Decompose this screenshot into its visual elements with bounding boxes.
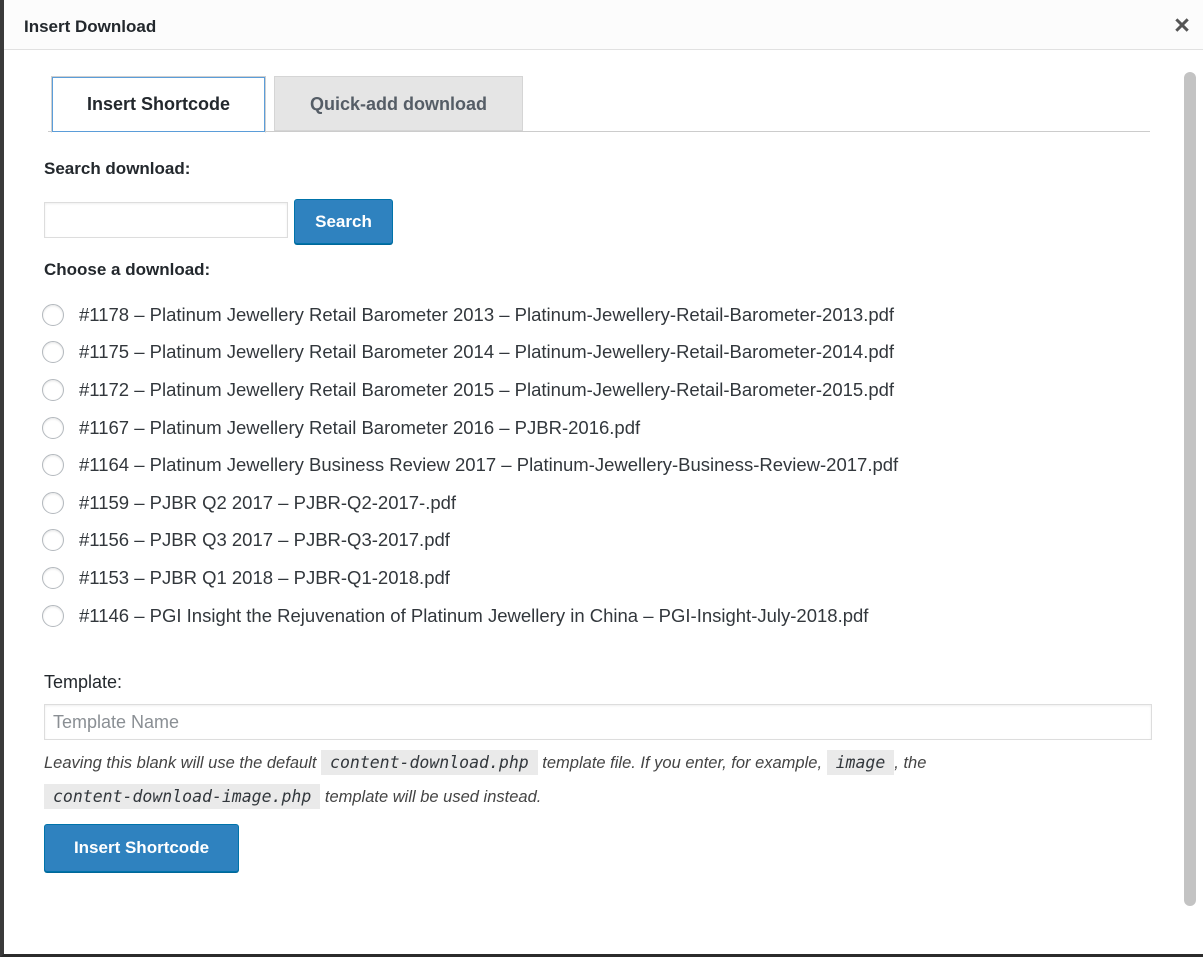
download-label: #1153 – PJBR Q1 2018 – PJBR-Q1-2018.pdf [79, 566, 450, 588]
list-item[interactable]: #1167 – Platinum Jewellery Retail Barome… [42, 409, 898, 447]
list-item[interactable]: #1178 – Platinum Jewellery Retail Barome… [42, 296, 898, 334]
tab-bar: Insert Shortcode Quick-add download [48, 76, 1150, 133]
template-label: Template: [44, 672, 123, 692]
radio-button[interactable] [42, 529, 64, 552]
tab-quick-add-download[interactable]: Quick-add download [274, 76, 523, 131]
search-button[interactable]: Search [294, 199, 393, 244]
download-label: #1178 – Platinum Jewellery Retail Barome… [79, 303, 895, 325]
insert-shortcode-button[interactable]: Insert Shortcode [44, 824, 239, 872]
radio-button[interactable] [42, 378, 64, 401]
help-text-4: template will be used instead. [324, 788, 542, 806]
help-text-3: , the [894, 754, 927, 772]
code-content-download: content-download.php [321, 750, 538, 775]
radio-button[interactable] [42, 566, 64, 589]
help-text-2: template file. If you enter, for example… [542, 754, 823, 772]
template-name-input[interactable] [44, 704, 1152, 740]
choose-download-label: Choose a download: [44, 260, 211, 279]
download-label: #1164 – Platinum Jewellery Business Revi… [79, 454, 899, 476]
list-item[interactable]: #1159 – PJBR Q2 2017 – PJBR-Q2-2017-.pdf [42, 484, 898, 522]
help-text-1: Leaving this blank will use the default [44, 754, 317, 772]
search-download-label: Search download: [44, 159, 191, 178]
download-label: #1167 – Platinum Jewellery Retail Barome… [79, 416, 641, 438]
download-label: #1172 – Platinum Jewellery Retail Barome… [79, 378, 895, 400]
insert-download-dialog: Insert Download × Insert Shortcode Quick… [0, 0, 1203, 957]
download-label: #1146 – PGI Insight the Rejuvenation of … [79, 604, 869, 626]
download-label: #1159 – PJBR Q2 2017 – PJBR-Q2-2017-.pdf [79, 491, 457, 513]
radio-button[interactable] [42, 341, 64, 364]
list-item[interactable]: #1175 – Platinum Jewellery Retail Barome… [42, 334, 898, 372]
download-label: #1156 – PJBR Q3 2017 – PJBR-Q3-2017.pdf [79, 529, 450, 551]
list-item[interactable]: #1156 – PJBR Q3 2017 – PJBR-Q3-2017.pdf [42, 522, 898, 560]
scrollbar[interactable] [1180, 56, 1200, 936]
dialog-titlebar: Insert Download × [4, 0, 1203, 50]
download-label: #1175 – Platinum Jewellery Retail Barome… [79, 341, 895, 363]
radio-button[interactable] [42, 491, 64, 514]
radio-button[interactable] [42, 416, 64, 439]
list-item[interactable]: #1172 – Platinum Jewellery Retail Barome… [42, 371, 898, 409]
radio-button[interactable] [42, 604, 64, 627]
list-item[interactable]: #1164 – Platinum Jewellery Business Revi… [42, 446, 898, 484]
template-help-text: Leaving this blank will use the default … [44, 746, 1164, 814]
radio-button[interactable] [42, 454, 64, 477]
tab-insert-shortcode[interactable]: Insert Shortcode [51, 76, 266, 133]
code-content-download-image: content-download-image.php [44, 784, 321, 809]
code-image: image [826, 750, 895, 775]
download-list: #1178 – Platinum Jewellery Retail Barome… [42, 296, 898, 634]
close-icon[interactable]: × [1167, 8, 1197, 42]
radio-button[interactable] [42, 303, 64, 326]
scrollbar-thumb[interactable] [1184, 72, 1196, 906]
search-input[interactable] [44, 202, 288, 238]
list-item[interactable]: #1153 – PJBR Q1 2018 – PJBR-Q1-2018.pdf [42, 559, 898, 597]
list-item[interactable]: #1146 – PGI Insight the Rejuvenation of … [42, 597, 898, 635]
dialog-title: Insert Download [24, 17, 157, 36]
